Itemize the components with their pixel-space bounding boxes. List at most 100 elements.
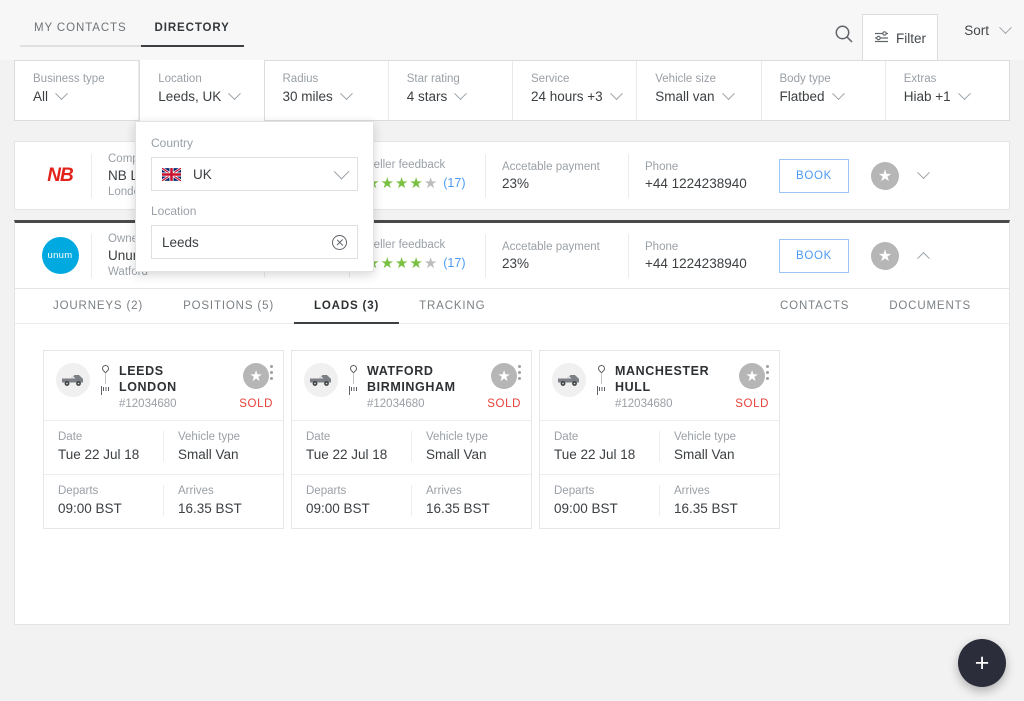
destination-flag-icon [348,386,358,395]
tab-loads[interactable]: LOADS (3) [294,289,400,324]
favorite-star-icon[interactable]: ★ [739,363,766,389]
book-button[interactable]: BOOK [779,158,849,193]
tab-journeys[interactable]: JOURNEYS (2) [33,289,163,324]
departs-label: Departs [554,485,595,497]
kebab-menu-icon[interactable] [766,365,769,383]
tab-documents[interactable]: DOCUMENTS [869,289,991,324]
van-icon [552,363,586,397]
location-input[interactable]: Leeds [151,225,358,259]
route-markers [593,363,609,410]
filter-value: 24 hours +3 [531,89,603,104]
favorite-star-icon[interactable]: ★ [871,241,899,270]
tab-directory[interactable]: DIRECTORY [140,22,244,47]
status-badge: SOLD [735,398,769,410]
location-value: Leeds [162,234,199,250]
country-label: Country [151,136,194,150]
van-icon [56,363,90,397]
filter-label: Service [531,73,570,85]
load-reference: #12034680 [615,398,673,410]
company-logo: unum [29,237,91,274]
filter-radius[interactable]: Radius 30 miles [265,61,389,120]
filter-value: 30 miles [282,89,333,104]
chevron-down-icon [339,87,353,101]
vehicle-label: Vehicle type [178,431,241,443]
phone-label: Phone [645,160,679,173]
location-dropdown-popup: Country UK Location Leeds [135,121,374,272]
filter-extras[interactable]: Extras Hiab +1 [886,61,1009,120]
book-button[interactable]: BOOK [779,238,849,273]
filter-label: Filter [896,30,926,46]
expand-row-button[interactable] [917,165,930,185]
app-root: MY CONTACTS DIRECTORY Filter Sort Busine… [0,0,1024,701]
filter-body-type[interactable]: Body type Flatbed [762,61,886,120]
favorite-star-icon[interactable]: ★ [871,161,899,190]
star-rating: ★ ★ ★ ★ ★ (17) [366,174,469,192]
payment-value: 23% [502,175,530,191]
departs-cell: Departs 09:00 BST [44,485,163,516]
star-filled-icon: ★ [394,175,409,192]
tab-tracking[interactable]: TRACKING [399,289,505,324]
location-label: Location [151,204,197,218]
favorite-star-icon[interactable]: ★ [491,363,518,389]
filter-label: Body type [779,73,831,85]
vehicle-value: Small Van [426,447,487,462]
payment-column: Accetable payment 23% [486,161,628,191]
collapse-row-button[interactable] [917,247,930,265]
plus-icon: + [974,648,990,677]
tab-contacts[interactable]: CONTACTS [760,289,869,324]
clear-circle-icon[interactable] [332,234,347,250]
star-rating: ★ ★ ★ ★ ★ (17) [366,254,469,272]
route-line [104,374,106,384]
filter-location[interactable]: Location Leeds, UK [139,60,265,123]
filter-business-type[interactable]: Business type All [15,61,140,120]
filter-star-rating[interactable]: Star rating 4 stars [389,61,513,120]
favorite-star-icon[interactable]: ★ [243,363,270,389]
star-empty-icon: ★ [423,175,438,192]
location-pin-icon [348,363,358,374]
load-card[interactable]: MANCHESTER HULL #12034680 ★ SOLD Date Tu… [539,350,780,529]
kebab-menu-icon[interactable] [270,365,273,383]
date-cell: Date Tue 22 Jul 18 [44,431,163,462]
main-tabs: MY CONTACTS DIRECTORY [20,22,244,47]
arrives-cell: Arrives 16.35 BST [163,485,283,516]
status-badge: SOLD [239,398,273,410]
top-bar: MY CONTACTS DIRECTORY Filter Sort [0,0,1024,61]
star-filled-icon: ★ [409,175,423,192]
route-markers [97,363,113,410]
star-filled-icon: ★ [380,175,394,192]
filter-label: Location [158,73,202,85]
filter-label: Vehicle size [655,73,716,85]
load-card[interactable]: LEEDS LONDON #12034680 ★ SOLD Date Tue 2… [43,350,284,529]
filter-vehicle-size[interactable]: Vehicle size Small van [637,61,762,120]
chevron-down-icon [609,87,623,101]
arrives-label: Arrives [674,485,710,497]
tab-my-contacts[interactable]: MY CONTACTS [20,22,141,47]
chevron-down-icon [454,87,468,101]
filter-service[interactable]: Service 24 hours +3 [513,61,638,120]
country-value: UK [193,166,212,182]
date-label: Date [58,431,83,443]
location-pin-icon [100,363,110,374]
filter-button[interactable]: Filter [862,14,938,61]
star-empty-icon: ★ [423,255,438,272]
load-card[interactable]: WATFORD BIRMINGHAM #12034680 ★ SOLD Date… [291,350,532,529]
phone-value: +44 1224238940 [645,255,747,271]
date-cell: Date Tue 22 Jul 18 [292,431,411,462]
departs-value: 09:00 BST [306,501,370,516]
add-button[interactable]: + [958,639,1006,687]
tab-positions[interactable]: POSITIONS (5) [163,289,294,324]
star-filled-icon: ★ [409,255,423,272]
kebab-menu-icon[interactable] [518,365,521,383]
destination-flag-icon [596,386,606,395]
vehicle-cell: Vehicle type Small Van [163,431,283,462]
feedback-label: Seller feedback [366,159,446,171]
feedback-count: (17) [443,176,466,190]
country-select[interactable]: UK [151,157,358,191]
search-icon[interactable] [832,22,856,46]
load-origin: LEEDS [119,364,164,378]
sort-button[interactable]: Sort [964,21,1012,38]
chevron-down-icon [228,87,242,101]
date-label: Date [554,431,579,443]
phone-value: +44 1224238940 [645,175,747,191]
chevron-down-icon [999,21,1012,35]
